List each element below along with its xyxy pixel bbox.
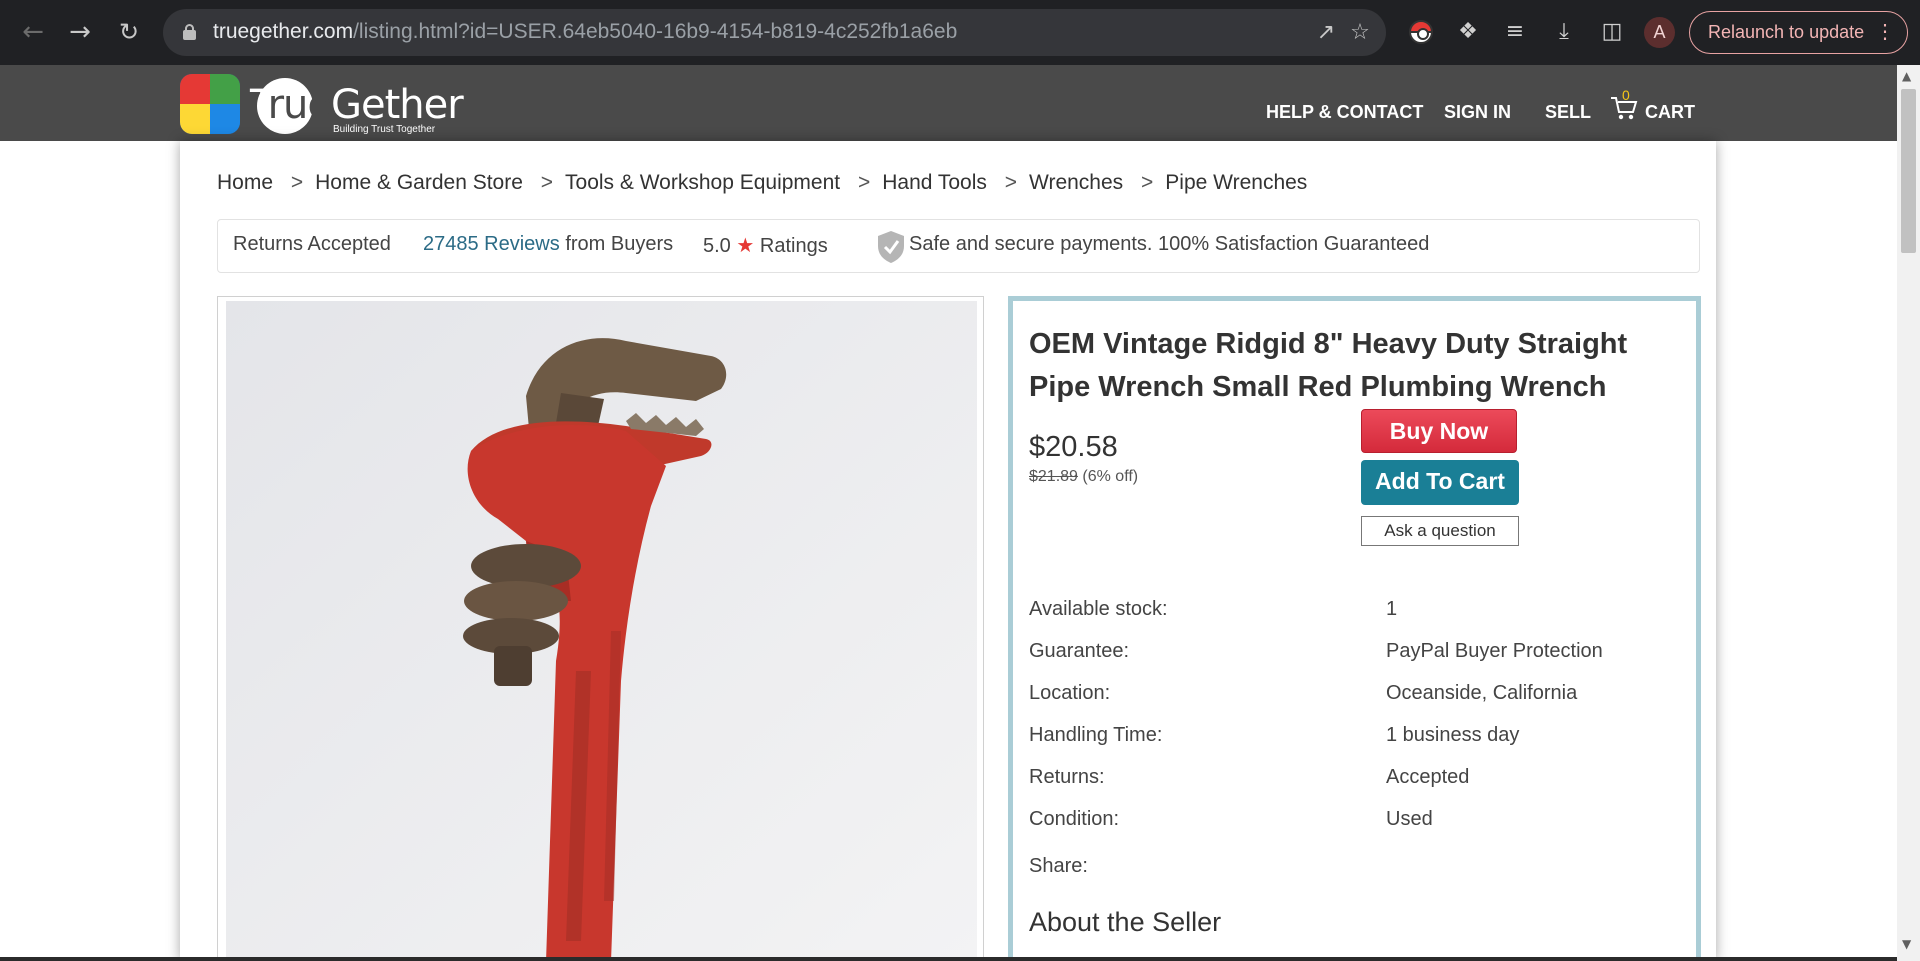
site-header: TrueGether Building Trust Together HELP … <box>0 65 1897 141</box>
share-icon[interactable]: ↗ <box>1312 19 1340 47</box>
window-bottom-edge <box>0 957 1897 961</box>
breadcrumb-pipe-wrenches[interactable]: Pipe Wrenches <box>1165 171 1307 194</box>
forward-icon[interactable]: → <box>62 14 98 50</box>
add-to-cart-button[interactable]: Add To Cart <box>1361 460 1519 505</box>
pipe-wrench-image <box>226 301 977 961</box>
secure-payments-text: Safe and secure payments. 100% Satisfact… <box>909 233 1430 255</box>
spec-value-handling: 1 business day <box>1386 724 1520 746</box>
reviews-summary: 27485 Reviews from Buyers <box>423 233 673 256</box>
ratings-label: Ratings <box>759 235 828 257</box>
spec-label-condition: Condition: <box>1029 808 1120 830</box>
shield-check-icon <box>878 231 904 263</box>
reviews-suffix: from Buyers <box>565 233 674 255</box>
spec-label-stock: Available stock: <box>1029 598 1168 620</box>
breadcrumb: Home > Home & Garden Store > Tools & Works… <box>217 171 1319 195</box>
scroll-thumb[interactable] <box>1901 89 1916 253</box>
spec-value-condition: Used <box>1386 808 1433 830</box>
scroll-up-arrow-icon[interactable]: ▲ <box>1902 69 1911 83</box>
breadcrumb-tools-workshop[interactable]: Tools & Workshop Equipment <box>565 171 840 194</box>
url-text[interactable]: truegether.com/listing.html?id=USER.64eb… <box>213 20 957 44</box>
relaunch-button[interactable]: Relaunch to update ⋮ <box>1689 11 1908 54</box>
sign-in-link[interactable]: SIGN IN <box>1444 102 1511 123</box>
breadcrumb-separator: > <box>1141 171 1154 194</box>
cart-link[interactable]: CART <box>1645 102 1695 123</box>
breadcrumb-home[interactable]: Home <box>217 171 273 194</box>
breadcrumb-separator: > <box>290 171 304 194</box>
ask-question-button[interactable]: Ask a question <box>1361 516 1519 546</box>
about-seller-heading: About the Seller <box>1029 907 1222 937</box>
browser-toolbar: ← → ↻ truegether.com/listing.html?id=USE… <box>0 0 1920 65</box>
breadcrumb-separator: > <box>857 171 871 194</box>
returns-accepted-text: Returns Accepted <box>233 233 391 255</box>
back-icon[interactable]: ← <box>15 14 51 50</box>
share-label: Share: <box>1029 855 1088 877</box>
logo-wordmark: TrueGether <box>250 82 464 128</box>
breadcrumb-hand-tools[interactable]: Hand Tools <box>882 171 987 194</box>
address-bar[interactable]: truegether.com/listing.html?id=USER.64eb… <box>163 9 1386 56</box>
logo-tagline: Building Trust Together <box>333 124 436 135</box>
reload-icon[interactable]: ↻ <box>111 14 147 50</box>
profile-avatar[interactable]: A <box>1644 17 1675 48</box>
media-playlist-icon[interactable]: ≡ <box>1500 17 1530 47</box>
spec-value-returns: Accepted <box>1386 766 1470 788</box>
cart-count-badge: 0 <box>1622 87 1630 103</box>
breadcrumb-separator: > <box>540 171 554 194</box>
breadcrumb-separator: > <box>1004 171 1018 194</box>
url-path: /listing.html?id=USER.64eb5040-16b9-4154… <box>353 20 958 43</box>
relaunch-label: Relaunch to update <box>1708 22 1865 42</box>
pokeball-extension-icon[interactable] <box>1409 20 1433 44</box>
listing-card: Home > Home & Garden Store > Tools & Works… <box>180 141 1716 961</box>
spec-label-handling: Handling Time: <box>1029 724 1163 746</box>
bookmark-star-icon[interactable]: ☆ <box>1346 19 1374 47</box>
truegether-logo[interactable]: TrueGether Building Trust Together <box>180 74 464 136</box>
spec-label-location: Location: <box>1029 682 1111 704</box>
spec-value-location: Oceanside, California <box>1386 682 1578 704</box>
help-contact-link[interactable]: HELP & CONTACT <box>1266 102 1423 123</box>
more-vert-icon[interactable]: ⋮ <box>1875 12 1895 52</box>
original-price: $21.89 <box>1029 468 1078 485</box>
download-icon[interactable]: ⤓ <box>1549 17 1579 47</box>
breadcrumb-wrenches[interactable]: Wrenches <box>1029 171 1123 194</box>
spec-label-guarantee: Guarantee: <box>1029 640 1130 662</box>
scroll-down-arrow-icon[interactable]: ▼ <box>1902 937 1911 951</box>
lock-icon[interactable] <box>183 24 196 40</box>
star-icon: ★ <box>736 233 755 257</box>
product-title: OEM Vintage Ridgid 8" Heavy Duty Straigh… <box>1029 328 1628 403</box>
side-panel-icon[interactable]: ◫ <box>1597 17 1627 47</box>
extensions-puzzle-icon[interactable]: ❖ <box>1453 17 1483 47</box>
discount-text: (6% off) <box>1082 468 1139 485</box>
spec-value-stock: 1 <box>1386 598 1398 620</box>
rating-value: 5.0 <box>703 235 731 257</box>
product-details-panel: OEM Vintage Ridgid 8" Heavy Duty Straigh… <box>1008 296 1701 961</box>
trust-bar: Returns Accepted 27485 Reviews from Buye… <box>217 219 1700 273</box>
product-image-frame <box>217 296 984 961</box>
reviews-link[interactable]: 27485 Reviews <box>423 233 560 255</box>
old-price-line: $21.89 (6% off) <box>1029 468 1138 486</box>
logo-mark-icon <box>180 74 240 134</box>
product-image[interactable] <box>226 301 977 961</box>
rating-summary: 5.0 ★ Ratings <box>703 233 828 258</box>
breadcrumb-home-garden[interactable]: Home & Garden Store <box>315 171 523 194</box>
product-price: $20.58 <box>1029 431 1118 463</box>
spec-label-returns: Returns: <box>1029 766 1105 788</box>
spec-value-guarantee: PayPal Buyer Protection <box>1386 640 1603 662</box>
url-host: truegether.com <box>213 20 354 43</box>
sell-link[interactable]: SELL <box>1545 102 1591 123</box>
buy-now-button[interactable]: Buy Now <box>1361 409 1517 453</box>
page-scrollbar[interactable]: ▲ ▼ <box>1897 65 1920 961</box>
